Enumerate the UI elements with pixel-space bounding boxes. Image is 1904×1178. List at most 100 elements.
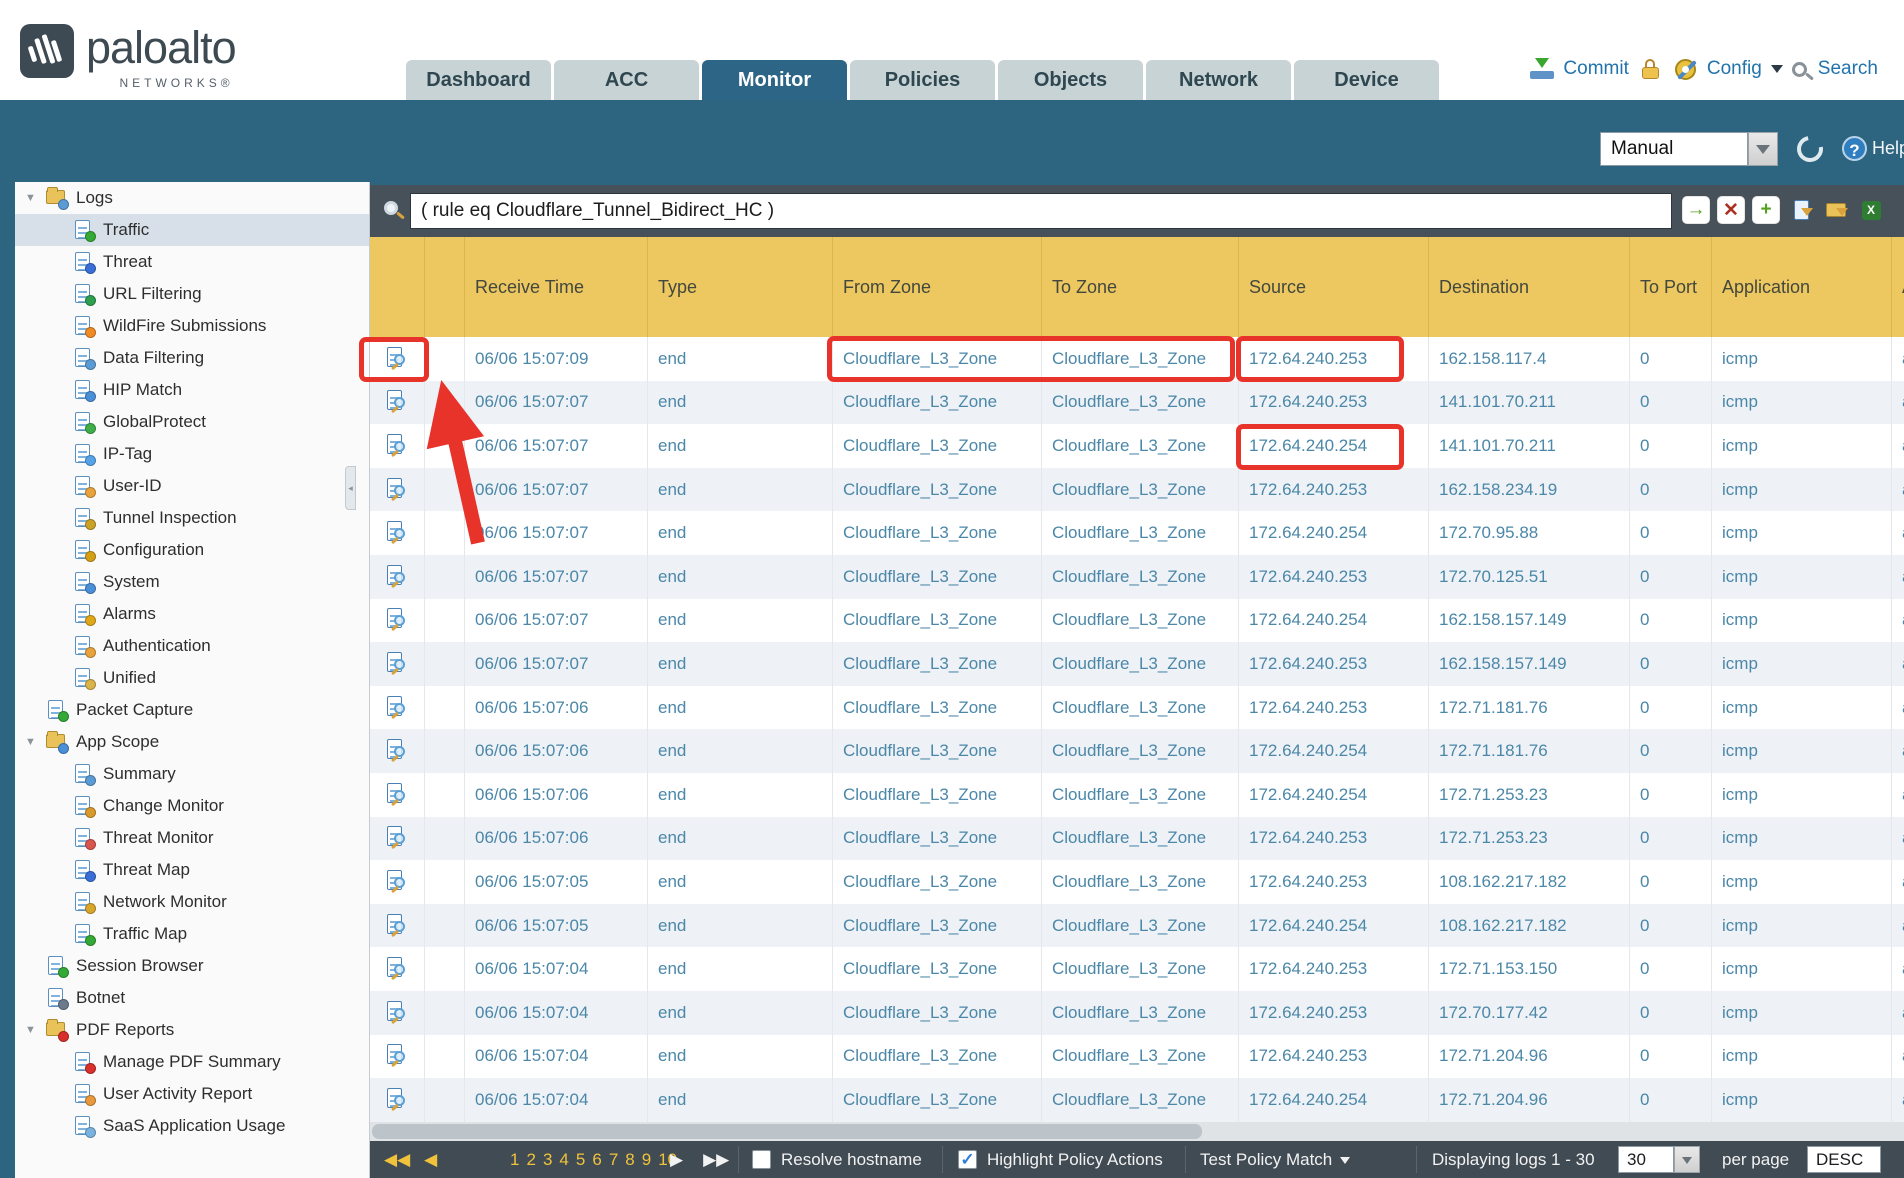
log-row-16[interactable]: 06/06 15:07:04endCloudflare_L3_ZoneCloud… xyxy=(370,991,1904,1035)
sidebar-item-traffic-map[interactable]: Traffic Map xyxy=(15,918,369,950)
tab-dashboard[interactable]: Dashboard xyxy=(406,60,551,100)
log-detail-icon[interactable] xyxy=(386,739,408,763)
sidebar-item-threat-monitor[interactable]: Threat Monitor xyxy=(15,822,369,854)
column-header-to-zone[interactable]: To Zone xyxy=(1042,237,1239,337)
tab-objects[interactable]: Objects xyxy=(998,60,1143,100)
log-row-4[interactable]: 06/06 15:07:07endCloudflare_L3_ZoneCloud… xyxy=(370,468,1904,512)
sidebar-item-threat-map[interactable]: Threat Map xyxy=(15,854,369,886)
horizontal-scrollbar-thumb[interactable] xyxy=(372,1124,1202,1139)
log-detail-icon[interactable] xyxy=(386,826,408,850)
next-page-button[interactable]: ▶ xyxy=(670,1150,683,1170)
expander-icon[interactable]: ▼ xyxy=(25,1024,36,1036)
highlight-policy-actions-checkbox[interactable]: ✓ xyxy=(958,1150,977,1169)
page-number-6[interactable]: 6 xyxy=(592,1150,601,1170)
log-row-12[interactable]: 06/06 15:07:06endCloudflare_L3_ZoneCloud… xyxy=(370,817,1904,861)
column-header-type[interactable]: Type xyxy=(648,237,833,337)
log-row-14[interactable]: 06/06 15:07:05endCloudflare_L3_ZoneCloud… xyxy=(370,904,1904,948)
resolve-hostname-checkbox[interactable] xyxy=(752,1150,771,1169)
prev-page-button[interactable]: ◀ xyxy=(424,1150,437,1170)
log-detail-icon[interactable] xyxy=(386,783,408,807)
export-to-csv-button[interactable]: X xyxy=(1857,196,1885,224)
log-detail-icon[interactable] xyxy=(386,521,408,545)
sidebar-item-manage-pdf-summary[interactable]: Manage PDF Summary xyxy=(15,1046,369,1078)
refresh-mode-select[interactable]: Manual xyxy=(1600,132,1748,166)
sidebar-item-summary[interactable]: Summary xyxy=(15,758,369,790)
test-policy-match-button[interactable]: Test Policy Match xyxy=(1200,1150,1332,1170)
lock-icon[interactable] xyxy=(1642,59,1660,79)
column-header-destination[interactable]: Destination xyxy=(1429,237,1630,337)
sidebar-item-url-filtering[interactable]: URL Filtering xyxy=(15,278,369,310)
page-number-9[interactable]: 9 xyxy=(642,1150,651,1170)
page-number-1[interactable]: 1 xyxy=(510,1150,519,1170)
tab-device[interactable]: Device xyxy=(1294,60,1439,100)
tab-monitor[interactable]: Monitor xyxy=(702,60,847,100)
log-row-6[interactable]: 06/06 15:07:07endCloudflare_L3_ZoneCloud… xyxy=(370,555,1904,599)
tab-network[interactable]: Network xyxy=(1146,60,1291,100)
sidebar-collapse-handle[interactable]: ◂ xyxy=(345,466,356,510)
log-row-3[interactable]: 06/06 15:07:07endCloudflare_L3_ZoneCloud… xyxy=(370,424,1904,468)
tab-policies[interactable]: Policies xyxy=(850,60,995,100)
log-row-1[interactable]: 06/06 15:07:09endCloudflare_L3_ZoneCloud… xyxy=(370,337,1904,381)
column-header-to-port[interactable]: To Port xyxy=(1630,237,1712,337)
sidebar-item-system[interactable]: System xyxy=(15,566,369,598)
sidebar-item-hip-match[interactable]: HIP Match xyxy=(15,374,369,406)
refresh-icon[interactable] xyxy=(1792,131,1828,167)
sidebar-item-pdf-reports[interactable]: ▼PDF Reports xyxy=(15,1014,369,1046)
horizontal-scrollbar[interactable] xyxy=(370,1122,1904,1141)
expander-icon[interactable]: ▼ xyxy=(25,192,36,204)
log-detail-icon[interactable] xyxy=(386,478,408,502)
page-number-4[interactable]: 4 xyxy=(559,1150,568,1170)
search-button[interactable]: Search xyxy=(1818,58,1878,80)
tab-acc[interactable]: ACC xyxy=(554,60,699,100)
column-header-receive-time[interactable]: Receive Time xyxy=(465,237,648,337)
sidebar-item-network-monitor[interactable]: Network Monitor xyxy=(15,886,369,918)
add-log-filter-button[interactable] xyxy=(1787,196,1815,224)
expander-icon[interactable]: ▼ xyxy=(25,736,36,748)
sidebar-item-logs[interactable]: ▼Logs xyxy=(15,182,369,214)
column-header-application[interactable]: Application xyxy=(1712,237,1892,337)
filter-query-input[interactable] xyxy=(410,193,1672,229)
apply-filter-button[interactable]: → xyxy=(1682,196,1710,224)
log-row-5[interactable]: 06/06 15:07:07endCloudflare_L3_ZoneCloud… xyxy=(370,511,1904,555)
last-page-button[interactable]: ▶▶ xyxy=(703,1150,729,1170)
help-link[interactable]: Help xyxy=(1872,138,1904,159)
column-header-a[interactable]: A xyxy=(1892,237,1904,337)
page-number-3[interactable]: 3 xyxy=(543,1150,552,1170)
log-row-8[interactable]: 06/06 15:07:07endCloudflare_L3_ZoneCloud… xyxy=(370,642,1904,686)
log-detail-icon[interactable] xyxy=(386,914,408,938)
help-icon[interactable]: ? xyxy=(1842,136,1867,161)
log-row-15[interactable]: 06/06 15:07:04endCloudflare_L3_ZoneCloud… xyxy=(370,947,1904,991)
sidebar-item-ip-tag[interactable]: IP-Tag xyxy=(15,438,369,470)
add-filter-button[interactable]: + xyxy=(1752,196,1780,224)
log-row-13[interactable]: 06/06 15:07:05endCloudflare_L3_ZoneCloud… xyxy=(370,860,1904,904)
sidebar-item-user-activity-report[interactable]: User Activity Report xyxy=(15,1078,369,1110)
log-detail-icon[interactable] xyxy=(386,608,408,632)
sidebar-item-globalprotect[interactable]: GlobalProtect xyxy=(15,406,369,438)
sort-order-select[interactable]: DESC xyxy=(1807,1146,1881,1173)
log-detail-icon[interactable] xyxy=(386,1088,408,1112)
sidebar-item-user-id[interactable]: User-ID xyxy=(15,470,369,502)
page-number-8[interactable]: 8 xyxy=(625,1150,634,1170)
sidebar-item-traffic[interactable]: Traffic xyxy=(15,214,369,246)
log-row-18[interactable]: 06/06 15:07:04endCloudflare_L3_ZoneCloud… xyxy=(370,1078,1904,1122)
column-header-from-zone[interactable]: From Zone xyxy=(833,237,1042,337)
sidebar-item-data-filtering[interactable]: Data Filtering xyxy=(15,342,369,374)
sidebar-item-tunnel-inspection[interactable]: Tunnel Inspection xyxy=(15,502,369,534)
config-button[interactable]: Config xyxy=(1707,58,1762,80)
log-detail-icon[interactable] xyxy=(386,957,408,981)
per-page-select[interactable]: 30 xyxy=(1618,1146,1674,1173)
log-detail-icon[interactable] xyxy=(386,870,408,894)
page-number-5[interactable]: 5 xyxy=(576,1150,585,1170)
sidebar-item-session-browser[interactable]: Session Browser xyxy=(15,950,369,982)
log-detail-icon[interactable] xyxy=(386,1001,408,1025)
refresh-mode-dropdown-button[interactable] xyxy=(1748,132,1778,166)
clear-filter-button[interactable]: ✕ xyxy=(1717,196,1745,224)
log-detail-icon[interactable] xyxy=(386,434,408,458)
sidebar-item-saas-application-usage[interactable]: SaaS Application Usage xyxy=(15,1110,369,1142)
test-policy-match-caret-icon[interactable] xyxy=(1340,1157,1350,1169)
first-page-button[interactable]: ◀◀ xyxy=(384,1150,410,1170)
log-row-9[interactable]: 06/06 15:07:06endCloudflare_L3_ZoneCloud… xyxy=(370,686,1904,730)
log-detail-icon[interactable] xyxy=(386,347,408,371)
sidebar-item-change-monitor[interactable]: Change Monitor xyxy=(15,790,369,822)
log-detail-icon[interactable] xyxy=(386,1044,408,1068)
